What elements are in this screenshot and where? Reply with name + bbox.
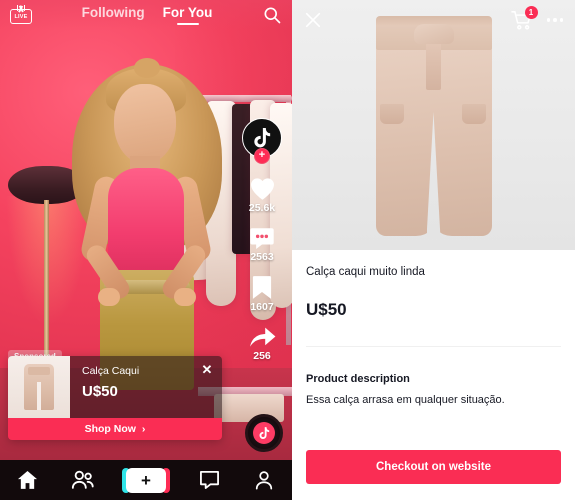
model-pink-top <box>108 168 184 278</box>
thumbnail-belt-shape <box>28 367 50 375</box>
like-count: 25.6k <box>248 202 276 214</box>
share-arrow-icon <box>249 327 275 347</box>
shop-now-label: Shop Now <box>84 423 136 435</box>
checkout-button[interactable]: Checkout on website <box>306 450 561 484</box>
chevron-right-icon: › <box>141 423 146 435</box>
live-tv-icon: LIVE <box>10 9 32 24</box>
share-count: 256 <box>253 350 271 362</box>
tab-following[interactable]: Following <box>82 5 145 25</box>
search-icon[interactable] <box>262 5 282 25</box>
comment-count: 2563 <box>250 251 274 263</box>
trousers-tie-tail <box>425 42 441 90</box>
product-ad-body: Calça Caqui U$50 ✕ <box>8 356 222 418</box>
video-model <box>58 56 236 390</box>
plus-icon: + <box>141 470 151 490</box>
bookmark-icon <box>252 276 272 299</box>
more-options-icon[interactable] <box>546 18 563 22</box>
description-heading: Product description <box>306 373 410 385</box>
trousers-pocket-left <box>379 104 404 124</box>
share-button[interactable]: 256 <box>249 325 276 362</box>
feed-tabs: Following For You <box>32 5 262 25</box>
shopping-cart-icon[interactable]: 1 <box>510 6 538 30</box>
pdp-top-bar: 1 <box>292 0 575 40</box>
heart-icon <box>250 178 274 200</box>
home-icon <box>18 470 38 489</box>
product-ad-card[interactable]: Calça Caqui U$50 ✕ Shop Now › <box>8 356 222 440</box>
tab-profile[interactable] <box>252 469 276 491</box>
model-hand-left <box>98 288 120 306</box>
khaki-paperbag-trousers <box>358 16 510 238</box>
action-rail: + 25.6k 2563 1607 256 <box>238 118 286 362</box>
product-price: U$50 <box>306 300 347 319</box>
bottom-tab-bar: + <box>0 460 292 500</box>
divider <box>306 346 561 347</box>
tab-for-you[interactable]: For You <box>163 5 213 25</box>
bookmark-button[interactable]: 1607 <box>250 275 274 313</box>
model-hair-bun <box>134 58 160 78</box>
cart-badge: 1 <box>524 6 538 19</box>
person-icon <box>256 471 273 490</box>
tab-create[interactable]: + <box>121 467 170 493</box>
comment-button[interactable]: 2563 <box>249 226 275 263</box>
like-button[interactable]: 25.6k <box>249 176 276 214</box>
follow-button[interactable]: + <box>254 148 270 164</box>
live-icon[interactable]: LIVE <box>10 5 32 25</box>
pdp-actions: 1 <box>510 6 563 30</box>
trousers-pocket-right <box>461 104 486 124</box>
music-disc-core <box>253 422 275 444</box>
close-icon[interactable] <box>304 11 322 29</box>
product-title: Calça caqui muito linda <box>306 266 425 278</box>
friends-icon <box>71 470 94 489</box>
model-face <box>114 84 176 164</box>
bookmark-count: 1607 <box>250 301 274 313</box>
product-ad-info: Calça Caqui U$50 ✕ <box>70 356 222 418</box>
product-ad-price: U$50 <box>82 383 118 400</box>
model-hand-right <box>174 288 196 306</box>
music-disc-icon[interactable] <box>245 414 283 452</box>
comment-icon <box>250 228 274 250</box>
tab-friends[interactable] <box>71 469 95 491</box>
inbox-icon <box>199 471 219 489</box>
product-detail-panel: 1 Calça caqui muito linda U$50 Product d… <box>292 0 575 500</box>
tab-inbox[interactable] <box>197 469 221 491</box>
feed-header: LIVE Following For You <box>0 0 292 30</box>
product-hero-image[interactable]: 1 <box>292 0 575 250</box>
app-screen: LIVE Following For You + 25.6k 2563 1607… <box>0 0 575 500</box>
product-thumbnail <box>8 356 70 418</box>
live-label: LIVE <box>14 13 28 20</box>
scene-lamp-pole <box>44 200 49 368</box>
tiktok-feed-panel: LIVE Following For You + 25.6k 2563 1607… <box>0 0 292 500</box>
product-ad-name: Calça Caqui <box>82 365 140 377</box>
avatar[interactable]: + <box>242 118 282 164</box>
pdp-body: Calça caqui muito linda U$50 Product des… <box>292 250 575 409</box>
shop-now-button[interactable]: Shop Now › <box>8 418 222 440</box>
close-icon[interactable]: ✕ <box>199 362 215 378</box>
tab-home[interactable] <box>16 469 40 491</box>
description-text: Essa calça arrasa em qualquer situação. <box>306 394 505 406</box>
